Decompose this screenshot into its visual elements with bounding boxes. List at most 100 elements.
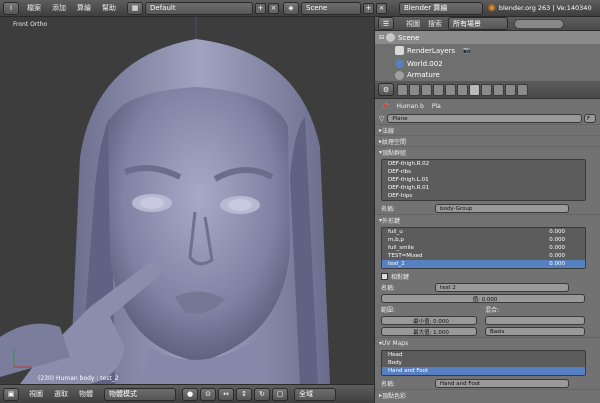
range-labels-row: 範圍: 混合: [381,307,500,314]
physics-tab-icon[interactable] [517,83,528,96]
blender-logo-icon: ◉ [488,3,496,13]
menu-help[interactable]: 幫助 [102,3,116,13]
list-item[interactable]: DEF-hips [382,192,585,200]
outliner-item-renderlayers[interactable]: RenderLayers 📷 [375,44,600,57]
mode-select[interactable]: 物體模式 [104,387,176,401]
relative-checkbox[interactable] [381,273,388,280]
layout-icon[interactable]: ▦ [127,1,143,15]
list-item[interactable]: TEST=Mixed 0.000 [382,252,585,260]
shape-name-row: 名稱: test 2 [375,282,600,293]
texture-space-section[interactable]: ▸ 紋理空間 [375,135,600,146]
menu-add[interactable]: 添加 [52,3,66,13]
vertex-colors-section[interactable]: ▸ 頂點色彩 [375,389,600,400]
fake-user-button[interactable]: F [584,114,596,123]
constraints-tab-icon[interactable] [445,83,456,96]
max-field[interactable]: 最大值: 1.000 [381,327,477,336]
shape-name-field[interactable]: test 2 [435,283,570,292]
mesh-data-tab-icon[interactable] [469,83,480,96]
list-item[interactable]: Hand and Foot [382,367,585,375]
shading-icon[interactable]: ● [182,387,198,401]
modifiers-tab-icon[interactable] [457,83,468,96]
3d-viewport[interactable]: Front Ortho (230) Human body : test_2 [0,17,374,384]
outliner-search-field[interactable] [514,18,564,29]
pin-icon[interactable]: 📌 [381,103,388,110]
version-info: blender.org 263 | Ve:140340 [498,4,592,12]
collapse-icon[interactable]: ⊟ [379,34,384,41]
outliner-menu-search[interactable]: 搜索 [428,19,442,29]
uv-name-field[interactable]: Hand and Foot [435,379,570,388]
viewport-menu: 視圖 選取 物體 [29,389,104,399]
scale-icon[interactable]: ▢ [272,387,288,401]
list-item[interactable]: test_2 0.000 [382,260,585,268]
mesh-name-field[interactable]: Plane [387,114,582,123]
list-item[interactable]: full_u 0.000 [382,228,585,236]
texture-tab-icon[interactable] [493,83,504,96]
list-item[interactable]: Head [382,351,585,359]
vgroup-blend-field[interactable] [485,316,585,325]
particles-tab-icon[interactable] [505,83,516,96]
vertex-groups-list: DEF-thigh.R.02 DEF-ribs DEF-thigh.L.01 D… [381,159,586,201]
list-item[interactable]: full_smile 0.000 [382,244,585,252]
world-icon [395,59,404,68]
editor-type-icon[interactable]: ▣ [3,387,19,401]
list-item[interactable]: DEF-thigh.R.01 [382,184,585,192]
render-engine-select[interactable]: Blender 算繪 [399,1,483,15]
vertex-groups-section[interactable]: ▾ 頂點群組 [375,146,600,157]
object-tab-icon[interactable] [433,83,444,96]
outliner-item-scene[interactable]: ⊟ Scene [375,31,600,44]
main-menu: 檔案 添加 算繪 幫助 [27,3,127,13]
menu-view[interactable]: 視圖 [29,389,43,399]
menu-object[interactable]: 物體 [79,389,93,399]
layout-add-button[interactable]: + [255,2,266,14]
info-editor-icon[interactable]: i [3,1,19,15]
list-item[interactable]: DEF-thigh.R.02 [382,160,585,168]
layout-remove-button[interactable]: × [268,2,279,14]
armature-icon [395,70,404,80]
scene-add-button[interactable]: + [363,2,374,14]
value-row: 值: 0.000 [375,293,600,304]
orientation-select[interactable]: 全域 [294,387,336,401]
value-slider[interactable]: 值: 0.000 [381,294,585,303]
shape-keys-section[interactable]: ▾ 外形鍵 [375,214,600,225]
viewport-header: ▣ 視圖 選取 物體 物體模式 ● ⊙ ↔ ↕ ↻ ▢ 全域 [0,384,374,403]
scene-icon[interactable]: ◈ [283,1,299,15]
outliner-editor-icon[interactable]: ☰ [378,17,394,30]
world-tab-icon[interactable] [421,83,432,96]
min-field[interactable]: 最小值: 0.000 [381,316,477,325]
camera-icon: 📷 [463,47,471,54]
render-tab-icon[interactable] [397,83,408,96]
scene-tab-icon[interactable] [409,83,420,96]
outliner-item-world[interactable]: World.002 [375,57,600,70]
menu-render[interactable]: 算繪 [77,3,91,13]
material-tab-icon[interactable] [481,83,492,96]
vgroup-name-field[interactable]: body-Group [435,204,570,213]
mesh-datablock-icon[interactable]: ▽ [379,115,384,123]
menu-select[interactable]: 選取 [54,389,68,399]
outliner-filter-select[interactable]: 所有場景 [448,17,508,30]
rotate-icon[interactable]: ↻ [254,387,270,401]
breadcrumb: 📌 Human b Pla [381,102,441,110]
outliner-menu-view[interactable]: 視圖 [406,19,420,29]
menu-file[interactable]: 檔案 [27,3,41,13]
pivot-icon[interactable]: ⊙ [200,387,216,401]
uv-maps-list: Head Body Hand and Foot [381,350,586,376]
basis-field[interactable]: Basis [485,327,585,336]
list-item[interactable]: DEF-ribs [382,168,585,176]
top-header: i 檔案 添加 算繪 幫助 ▦ Default + × ◈ Scene + × … [0,0,600,17]
list-item[interactable]: Body [382,359,585,367]
scene-select[interactable]: Scene [301,1,361,15]
layout-select[interactable]: Default [145,1,253,15]
uv-name-row: 名稱: Hand and Foot [375,378,600,389]
list-item[interactable]: m,b,p 0.000 [382,236,585,244]
translate-icon[interactable]: ↕ [236,387,252,401]
outliner-header: ☰ 視圖 搜索 所有場景 [375,17,600,31]
uv-maps-section[interactable]: ▾ UV Maps [375,337,600,348]
manipulator-icon[interactable]: ↔ [218,387,234,401]
normals-section[interactable]: ▸ 法線 [375,124,600,135]
properties-editor-icon[interactable]: ⚙ [378,83,394,96]
shape-keys-list: full_u 0.000 m,b,p 0.000 full_smile 0.000 T… [381,227,586,269]
list-item[interactable]: DEF-thigh.L.01 [382,176,585,184]
outliner-item-armature[interactable]: Armature [375,70,600,80]
max-row: 最大值: 1.000 Basis [375,326,600,337]
scene-remove-button[interactable]: × [376,2,387,14]
